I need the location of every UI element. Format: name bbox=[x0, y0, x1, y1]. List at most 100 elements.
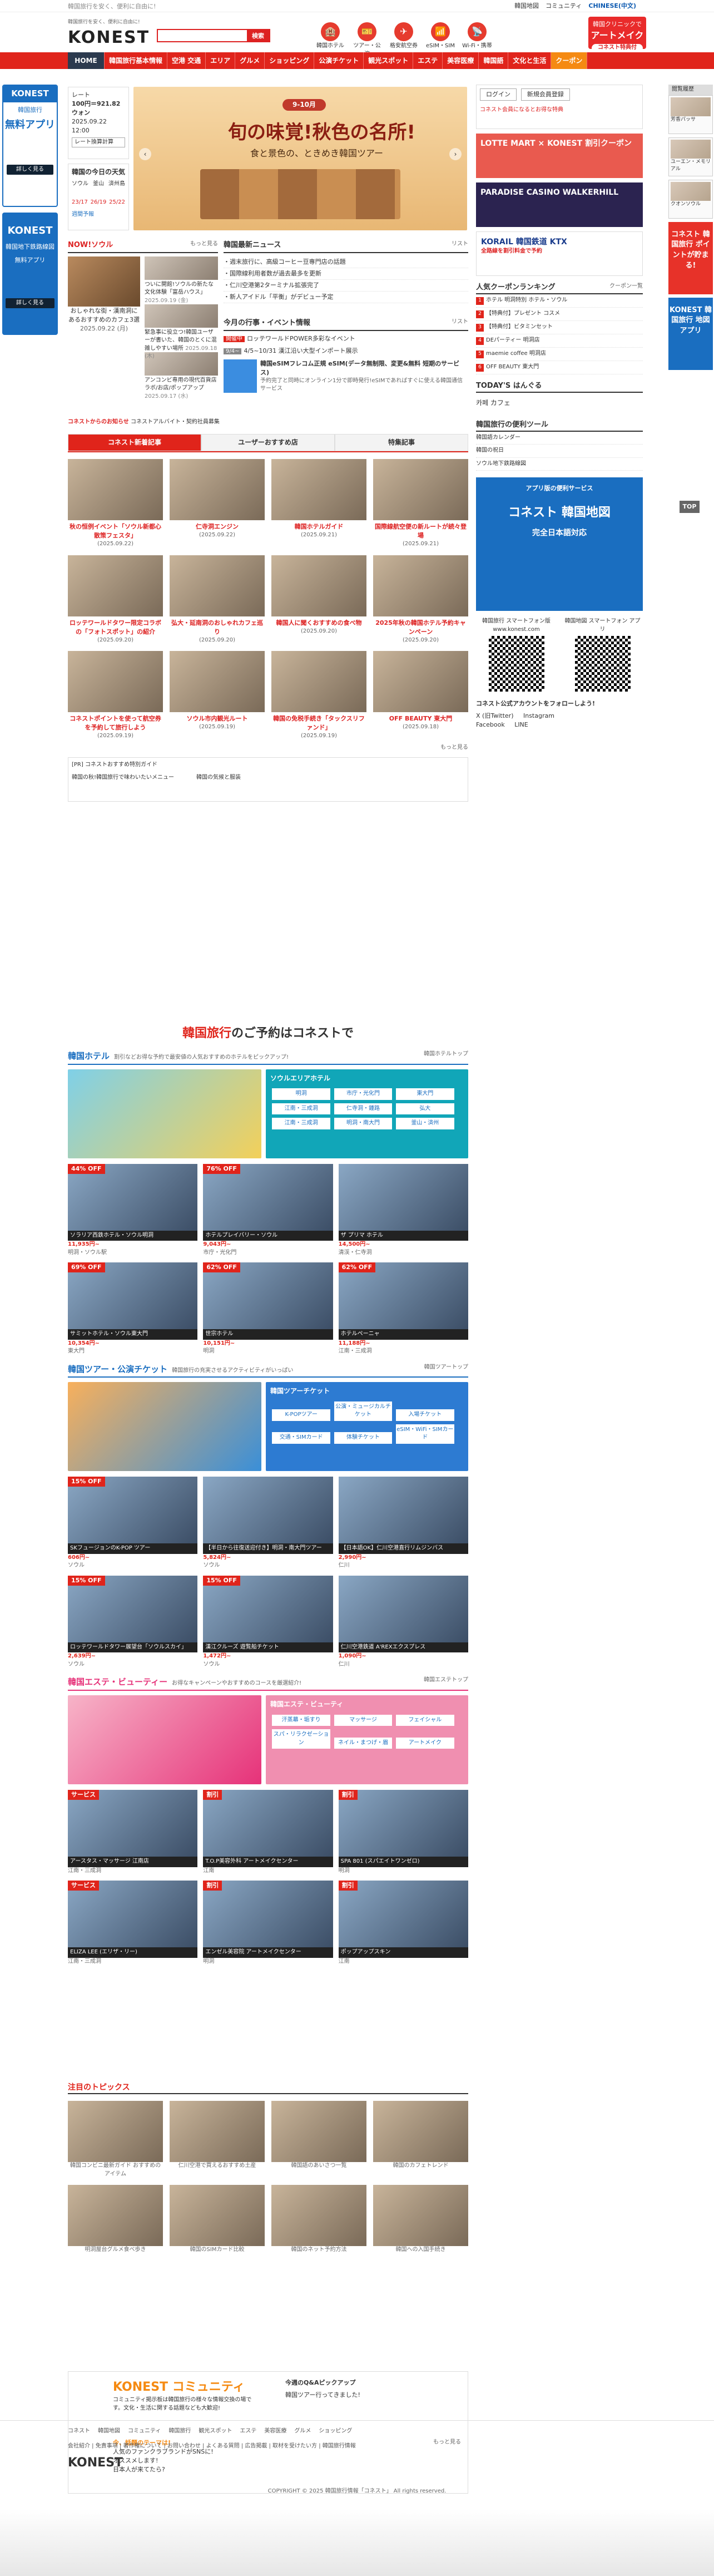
tool-link[interactable]: ソウル地下鉄路線図 bbox=[476, 458, 643, 471]
search-input[interactable] bbox=[158, 30, 247, 41]
news-item[interactable]: ・新人アイドル「平衡」がデビュー予定 bbox=[224, 292, 468, 303]
category-link[interactable]: 弘大 bbox=[396, 1103, 454, 1115]
category-link[interactable]: 東大門 bbox=[396, 1088, 454, 1100]
footer-link[interactable]: ショッピング bbox=[319, 2428, 352, 2434]
korail-banner[interactable]: KORAIL 韓国鉄道 KTX 全路線を割引料金で予約 bbox=[476, 231, 643, 276]
article-card[interactable]: OFF BEAUTY 東大門 (2025.09.18) bbox=[373, 651, 468, 740]
ranking-item[interactable]: 3 【特典付】ビタミンセット bbox=[476, 321, 643, 334]
topic-card[interactable]: 韓国語のあいさつ一覧 bbox=[271, 2101, 366, 2178]
paradise-casino-banner[interactable]: PARADISE CASINO WALKERHILL bbox=[476, 182, 643, 227]
artmake-promo-banner[interactable]: 韓国クリニックで アートメイク コネスト特典付 bbox=[588, 17, 646, 52]
tour-more[interactable]: 韓国ツアートップ bbox=[424, 1364, 468, 1372]
nav-tickets[interactable]: 公演チケット bbox=[314, 52, 364, 69]
footer-link[interactable]: コネスト bbox=[68, 2428, 90, 2434]
nav-area[interactable]: エリア bbox=[206, 52, 236, 69]
community-logo[interactable]: KONEST コミュニティ bbox=[113, 2378, 245, 2396]
ranking-item[interactable]: 2 【特典付】プレゼント コスメ bbox=[476, 308, 643, 321]
event-item[interactable]: 9/4~ 4/5~10/31 漢江沿い大型インポート展示 bbox=[224, 347, 468, 356]
lotte-mart-banner[interactable]: LOTTE MART × KONEST 割引クーポン bbox=[476, 134, 643, 178]
list-item[interactable]: アンコンビ専用の現代百貨店ラボ/お店/ポップアップ 2025.09.17 (水) bbox=[145, 352, 218, 399]
product-card[interactable]: 割引 SPA 801 (スパエイトワンゼロ) 明洞 bbox=[338, 1790, 468, 1875]
subway-banner-button[interactable]: 詳しく見る bbox=[6, 298, 54, 309]
nav-korean[interactable]: 韓国語 bbox=[479, 52, 509, 69]
map-app-banner[interactable]: KONEST 韓国旅行 地図アプリ bbox=[668, 297, 713, 370]
tab-features[interactable]: 特集記事 bbox=[335, 434, 468, 452]
pickup-item[interactable]: 韓国ツアー行ってきました! bbox=[285, 2391, 360, 2400]
now-seoul-main[interactable]: おしゃれな街・漢南洞にあるおすすめのカフェ3選 2025.09.22 (月) bbox=[68, 256, 140, 340]
esthe-promo-image[interactable] bbox=[68, 1695, 261, 1785]
tour-promo-image[interactable] bbox=[68, 1382, 261, 1472]
product-card[interactable]: サービス ELIZA LEE (エリザ・リー) 江南・三成洞 bbox=[68, 1881, 198, 1966]
article-card[interactable]: ソウル市内観光ルート (2025.09.19) bbox=[170, 651, 265, 740]
article-card[interactable]: 2025年秋の韓国ホテル予約キャンペーン (2025.09.20) bbox=[373, 555, 468, 644]
ranking-more[interactable]: クーポン一覧 bbox=[609, 283, 643, 291]
konest-notice[interactable]: コネストからのお知らせ コネストアルバイト・契約社員募集 bbox=[68, 418, 220, 427]
weekly-forecast-link[interactable]: 週間予報 bbox=[72, 211, 125, 219]
line-link[interactable]: LINE bbox=[514, 721, 528, 729]
category-link[interactable]: 公演・ミュージカルチケット bbox=[334, 1401, 393, 1421]
article-card[interactable]: コネストポイントを使って航空券を予約して旅行しよう (2025.09.19) bbox=[68, 651, 163, 740]
nav-basic-info[interactable]: 韓国旅行基本情報 bbox=[105, 52, 168, 69]
product-card[interactable]: 76% OFF ホテルプレイバリー・ソウル 9,043円~ 市庁・光化門 bbox=[203, 1163, 333, 1257]
facebook-link[interactable]: Facebook bbox=[476, 721, 505, 729]
ranking-item[interactable]: 6 OFF BEAUTY 東大門 bbox=[476, 361, 643, 374]
category-link[interactable]: フェイシャル bbox=[396, 1714, 454, 1726]
category-link[interactable]: 江南・三成洞 bbox=[272, 1118, 330, 1129]
news-item[interactable]: ・仁川空港第2ターミナル拡張完了 bbox=[224, 280, 468, 292]
category-link[interactable]: 市庁・光化門 bbox=[334, 1088, 393, 1100]
article-card[interactable]: 韓国の免税手続き「タックスリファンド」 (2025.09.19) bbox=[271, 651, 366, 740]
topic-card[interactable]: 韓国のSIMカード比較 bbox=[170, 2185, 265, 2254]
product-card[interactable]: 割引 エンゼル美容院 アートメイクセンター 明洞 bbox=[203, 1881, 333, 1966]
article-card[interactable]: 国際線航空便の新ルートが続々登場 (2025.09.21) bbox=[373, 459, 468, 548]
footer-logo[interactable]: KONEST bbox=[68, 2454, 123, 2472]
nav-culture[interactable]: 文化と生活 bbox=[508, 52, 552, 69]
product-card[interactable]: 44% OFF ソラリア西鉄ホテル・ソウル明洞 11,935円~ 明洞・ソウル駅 bbox=[68, 1163, 198, 1257]
topic-card[interactable]: 韓国のカフェトレンド bbox=[373, 2101, 468, 2178]
list-item[interactable]: ついに開館!ソウルの新たな文化体験「富岳ハウス」 2025.09.19 (金) bbox=[145, 256, 218, 304]
category-link[interactable]: 明洞・南大門 bbox=[334, 1118, 393, 1129]
article-card[interactable]: 秋の恒例イベント「ソウル新都心散策フェスタ」 (2025.09.22) bbox=[68, 459, 163, 548]
hangul-word[interactable]: 카페 カフェ bbox=[476, 393, 643, 413]
hotel-more[interactable]: 韓国ホテルトップ bbox=[424, 1050, 468, 1059]
articles-more[interactable]: もっと見る bbox=[68, 744, 468, 752]
article-card[interactable]: 韓国ホテルガイド (2025.09.21) bbox=[271, 459, 366, 548]
product-card[interactable]: 62% OFF 世宗ホテル 10,151円~ 明洞 bbox=[203, 1262, 333, 1356]
article-card[interactable]: 弘大・延南洞のおしゃれカフェ巡り (2025.09.20) bbox=[170, 555, 265, 644]
app-banner[interactable]: KONEST 韓国旅行 無料アプリ 詳しく見る bbox=[2, 85, 58, 207]
category-link[interactable]: 交通・SIMカード bbox=[272, 1432, 330, 1444]
product-card[interactable]: 仁川空港鉄道 A'REXエクスプレス 1,090円~ 仁川 bbox=[338, 1575, 468, 1669]
history-item[interactable]: ユーエン・メモリアル bbox=[668, 137, 713, 176]
point-banner[interactable]: コネスト 韓国旅行 ポイントが貯まる! bbox=[668, 221, 713, 294]
product-card[interactable]: 【半日から往復送迎付き】明洞・南大門ツアー 5,824円~ ソウル bbox=[203, 1477, 333, 1570]
ranking-item[interactable]: 5 maemie coffee 明洞店 bbox=[476, 348, 643, 361]
category-link[interactable]: スパ・リラクゼーション bbox=[272, 1729, 330, 1749]
product-card[interactable]: 62% OFF ホテルペーニャ 11,188円~ 江南・三成洞 bbox=[338, 1262, 468, 1356]
category-link[interactable]: 汗蒸幕・垢すり bbox=[272, 1714, 330, 1726]
top-link-map[interactable]: 韓国地図 bbox=[514, 2, 539, 11]
site-logo[interactable]: 韓国旅行を安く、便利に自由に! KONEST bbox=[68, 19, 157, 47]
history-item[interactable]: クオンソウル bbox=[668, 179, 713, 219]
category-link[interactable]: K-POPツアー bbox=[272, 1409, 330, 1421]
subway-app-banner[interactable]: KONEST 韓国地下鉄路線図 無料アプリ 詳しく見る bbox=[2, 213, 58, 335]
product-card[interactable]: 【日本語OK】仁川空港直行リムジンバス 2,990円~ 仁川 bbox=[338, 1477, 468, 1570]
top-link-community[interactable]: コミュニティ bbox=[546, 2, 582, 11]
search-button[interactable]: 検索 bbox=[247, 30, 269, 41]
product-card[interactable]: 15% OFF SKフュージョンのK-POP ツアー 606円~ ソウル bbox=[68, 1477, 198, 1570]
register-button[interactable]: 新規会員登録 bbox=[520, 88, 570, 101]
news-item[interactable]: ・週末旅行に、高級コーヒー豆専門店の話題 bbox=[224, 256, 468, 268]
esim-feature[interactable]: 韓国eSIMフレコム正規 eSIM(データ無制限、変更&無料 短期のサービス) … bbox=[224, 359, 468, 393]
footer-link[interactable]: 美容医療 bbox=[264, 2428, 286, 2434]
category-link[interactable]: ネイル・まつげ・眉 bbox=[334, 1737, 393, 1749]
map-app-promo[interactable]: アプリ版の便利サービス コネスト 韓国地図 完全日本語対応 bbox=[476, 477, 643, 611]
footer-link[interactable]: 韓国旅行 bbox=[168, 2428, 191, 2434]
hotel-promo-image[interactable] bbox=[68, 1069, 261, 1158]
topic-card[interactable]: 仁川空港で買えるおすすめ土産 bbox=[170, 2101, 265, 2178]
tool-link[interactable]: 韓国の祝日 bbox=[476, 445, 643, 458]
topic-card[interactable]: 韓国への入国手続き bbox=[373, 2185, 468, 2254]
category-link[interactable]: 仁寺洞・鍾路 bbox=[334, 1103, 393, 1115]
topic-card[interactable]: 韓国コンビニ最新ガイド おすすめのアイテム bbox=[68, 2101, 163, 2178]
category-link[interactable]: 江南・三成洞 bbox=[272, 1103, 330, 1115]
back-to-top-button[interactable]: TOP bbox=[680, 501, 700, 513]
ranking-item[interactable]: 1 ホテル 明洞特別 ホテル・ソウル bbox=[476, 294, 643, 308]
news-item[interactable]: ・国際線利用者数が過去最多を更新 bbox=[224, 268, 468, 280]
